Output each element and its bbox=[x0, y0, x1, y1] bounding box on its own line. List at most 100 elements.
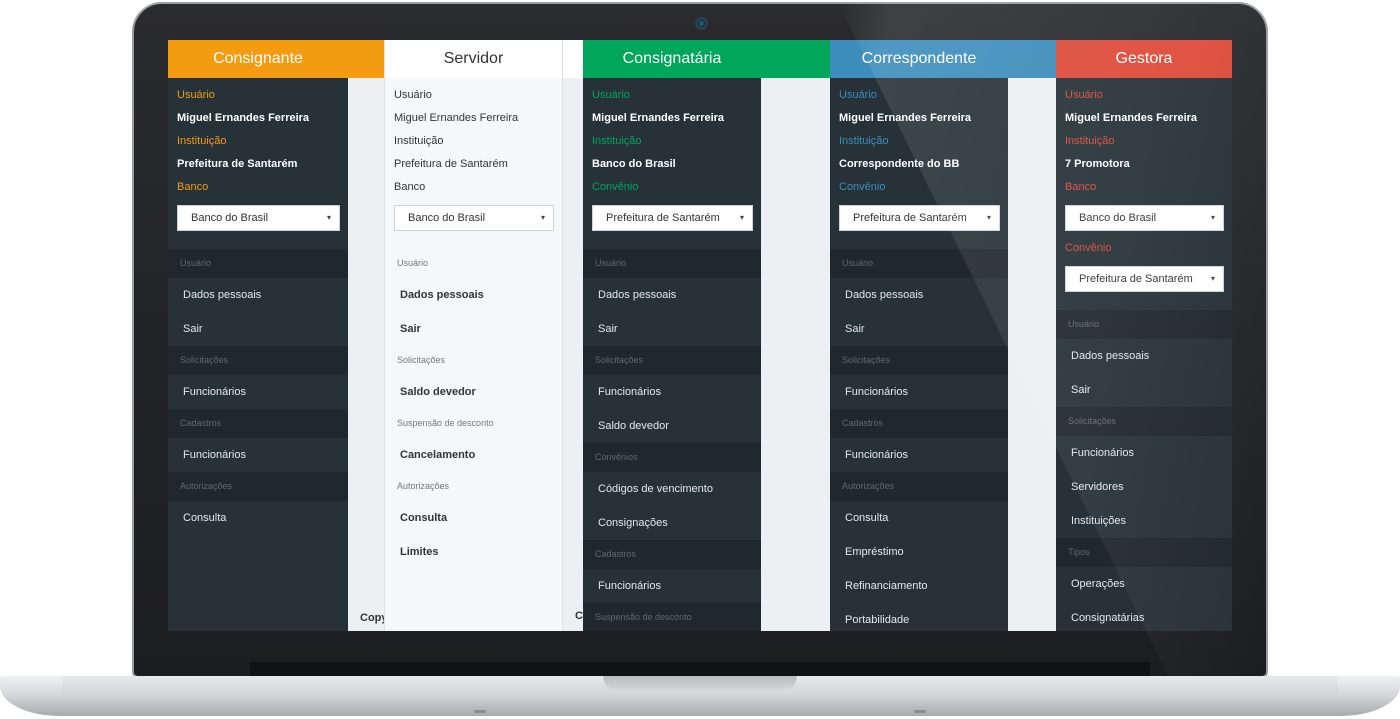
camera-icon bbox=[697, 19, 706, 28]
laptop-foot bbox=[474, 710, 486, 713]
select-label: Convênio bbox=[839, 181, 886, 193]
menu-section-header: Autorizações bbox=[830, 472, 1008, 501]
menu-section-header: Autorizações bbox=[168, 472, 348, 501]
content-strip-consignataria bbox=[761, 40, 830, 631]
menu-item[interactable]: Códigos de vencimento bbox=[583, 472, 761, 506]
menu-item[interactable]: Sair bbox=[583, 312, 761, 346]
select-dropdown[interactable]: Banco do Brasil ▾ bbox=[394, 205, 554, 231]
content-strip-consignante bbox=[348, 40, 384, 631]
menu-item[interactable]: Sair bbox=[830, 312, 1008, 346]
panel-title: Gestora bbox=[1056, 40, 1232, 78]
menu-item[interactable]: Consignatárias bbox=[1056, 601, 1232, 631]
menu-item[interactable]: Dados pessoais bbox=[583, 278, 761, 312]
strip-head bbox=[563, 40, 583, 78]
user-info: Usuário Miguel Ernandes Ferreira Instituiç… bbox=[1056, 78, 1232, 310]
menu-item[interactable]: Refinanciamento bbox=[830, 569, 1008, 603]
field-value: Miguel Ernandes Ferreira bbox=[592, 112, 725, 124]
panel-title: Correspondente bbox=[830, 40, 1008, 78]
menu-section-header: Usuário bbox=[168, 249, 348, 278]
menu-section-header: Autorizações bbox=[385, 472, 562, 501]
menu-item[interactable]: Limites bbox=[385, 535, 562, 569]
menu-section-header: Cadastros bbox=[583, 540, 761, 569]
select-label: Convênio bbox=[592, 181, 639, 193]
field-label: Usuário bbox=[177, 89, 215, 101]
menu-item[interactable]: Dados pessoais bbox=[168, 278, 348, 312]
menu-section-header: Solicitações bbox=[385, 346, 562, 375]
field-label: Usuário bbox=[394, 89, 432, 101]
field-value: Miguel Ernandes Ferreira bbox=[394, 112, 519, 124]
menu-item[interactable]: Sair bbox=[385, 312, 562, 346]
menu-section-header: Solicitações bbox=[1056, 407, 1232, 436]
sidebar-menu: Usuário Dados pessoais Sair Solicitações Fun… bbox=[830, 249, 1008, 631]
select-dropdown[interactable]: Prefeitura de Santarém ▾ bbox=[1065, 266, 1224, 292]
menu-item[interactable]: Funcionários bbox=[168, 438, 348, 472]
menu-section-header: Tipos bbox=[1056, 538, 1232, 567]
field-value: Miguel Ernandes Ferreira bbox=[177, 112, 310, 124]
user-info: Usuário Miguel Ernandes Ferreira Instituiç… bbox=[385, 78, 562, 249]
menu-section-header: Suspensão de desconto bbox=[385, 409, 562, 438]
laptop-hinge bbox=[250, 662, 1150, 676]
field-label: Usuário bbox=[592, 89, 630, 101]
menu-item[interactable]: Funcionários bbox=[168, 375, 348, 409]
select-dropdown[interactable]: Banco do Brasil ▾ bbox=[1065, 205, 1224, 231]
menu-item[interactable]: Funcionários bbox=[1056, 436, 1232, 470]
field-value: Prefeitura de Santarém bbox=[394, 158, 508, 170]
menu-item[interactable]: Servidores bbox=[1056, 470, 1232, 504]
menu-item[interactable]: Consignações bbox=[583, 506, 761, 540]
chevron-down-icon: ▾ bbox=[1210, 274, 1215, 283]
menu-item[interactable]: Dados pessoais bbox=[830, 278, 1008, 312]
select-label: Banco bbox=[1065, 181, 1097, 193]
menu-section-header: Usuário bbox=[1056, 310, 1232, 339]
chevron-down-icon: ▾ bbox=[986, 213, 991, 222]
sidebar-menu: Usuário Dados pessoais Sair Solicitações Fun… bbox=[583, 249, 761, 631]
menu-item[interactable]: Dados pessoais bbox=[385, 278, 562, 312]
menu-section-header: Solicitações bbox=[168, 346, 348, 375]
menu-item[interactable]: Funcionários bbox=[830, 438, 1008, 472]
chevron-down-icon: ▾ bbox=[326, 213, 331, 222]
select-dropdown[interactable]: Banco do Brasil ▾ bbox=[177, 205, 340, 231]
menu-item[interactable]: Operações bbox=[1056, 567, 1232, 601]
select-label: Banco bbox=[394, 181, 426, 193]
panel-servidor: Servidor Usuário Miguel Ernandes Ferreira I… bbox=[384, 40, 563, 631]
select-label: Convênio bbox=[1065, 242, 1112, 254]
strip-head bbox=[1008, 40, 1056, 78]
menu-section-header: Convênios bbox=[583, 443, 761, 472]
menu-section-header: Suspensão de desconto bbox=[583, 603, 761, 631]
field-value: Banco do Brasil bbox=[592, 158, 676, 170]
menu-item[interactable]: Saldo devedor bbox=[583, 409, 761, 443]
menu-item[interactable]: Cancelamento bbox=[385, 438, 562, 472]
menu-section-header: Usuário bbox=[385, 249, 562, 278]
menu-item[interactable]: Portabilidade bbox=[830, 603, 1008, 631]
menu-item[interactable]: Sair bbox=[168, 312, 348, 346]
strip-head bbox=[761, 40, 830, 78]
copyright-text: C bbox=[575, 610, 583, 622]
menu-item[interactable]: Sair bbox=[1056, 373, 1232, 407]
panel-gestora: Gestora Usuário Miguel Ernandes Ferreira In… bbox=[1056, 40, 1232, 631]
menu-item[interactable]: Consulta bbox=[830, 501, 1008, 535]
strip-head bbox=[348, 40, 384, 78]
field-label: Instituição bbox=[1065, 135, 1115, 147]
menu-item[interactable]: Saldo devedor bbox=[385, 375, 562, 409]
menu-section-header: Cadastros bbox=[168, 409, 348, 438]
menu-item[interactable]: Consulta bbox=[168, 501, 348, 535]
user-info: Usuário Miguel Ernandes Ferreira Instituiç… bbox=[830, 78, 1008, 249]
menu-item[interactable]: Empréstimo bbox=[830, 535, 1008, 569]
menu-item[interactable]: Instituições bbox=[1056, 504, 1232, 538]
menu-item[interactable]: Funcionários bbox=[583, 375, 761, 409]
field-value: Correspondente do BB bbox=[839, 158, 960, 170]
select-dropdown[interactable]: Prefeitura de Santarém ▾ bbox=[839, 205, 1000, 231]
field-value: Miguel Ernandes Ferreira bbox=[839, 112, 972, 124]
menu-item[interactable]: Dados pessoais bbox=[1056, 339, 1232, 373]
select-dropdown[interactable]: Prefeitura de Santarém ▾ bbox=[592, 205, 753, 231]
field-value: Prefeitura de Santarém bbox=[177, 158, 298, 170]
menu-item[interactable]: Funcionários bbox=[583, 569, 761, 603]
select-value: Banco do Brasil bbox=[408, 212, 486, 224]
panel-correspondente: Correspondente Usuário Miguel Ernandes Fer… bbox=[830, 40, 1008, 631]
menu-item[interactable]: Consulta bbox=[385, 501, 562, 535]
content-strip-correspondente bbox=[1008, 40, 1056, 631]
select-value: Prefeitura de Santarém bbox=[853, 212, 967, 224]
menu-section-header: Solicitações bbox=[583, 346, 761, 375]
select-value: Prefeitura de Santarém bbox=[606, 212, 720, 224]
select-value: Banco do Brasil bbox=[1079, 212, 1157, 224]
menu-item[interactable]: Funcionários bbox=[830, 375, 1008, 409]
